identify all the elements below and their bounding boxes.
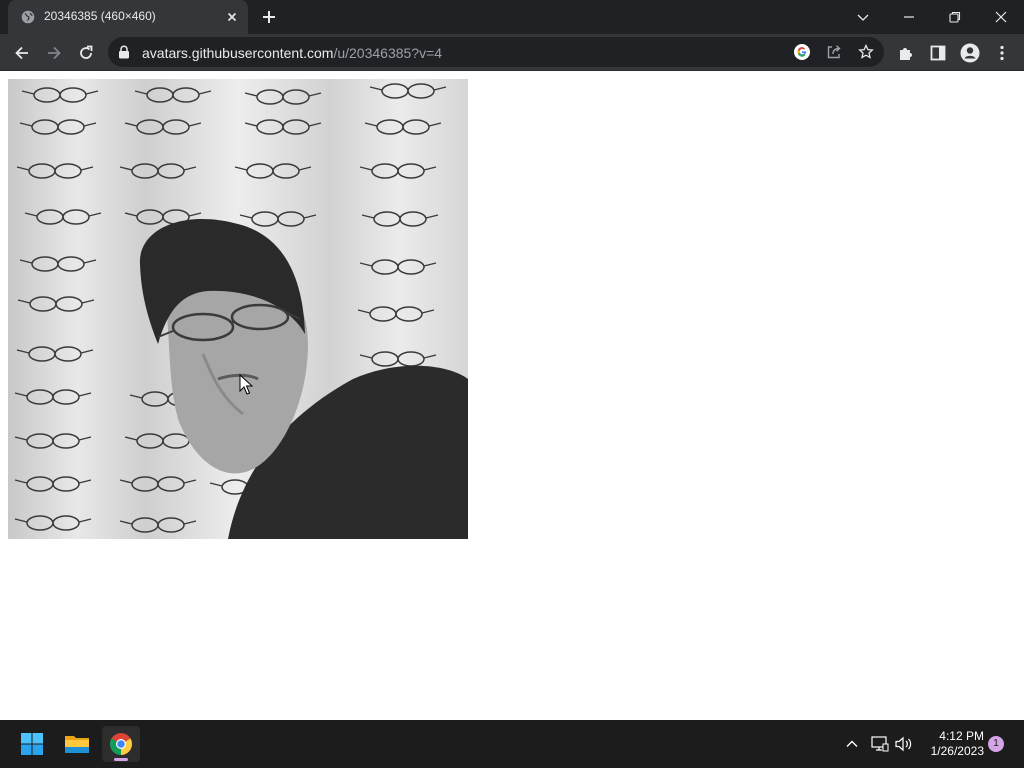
lock-icon[interactable] <box>118 45 130 59</box>
windows-taskbar: 4:12 PM 1/26/2023 <box>0 720 1024 768</box>
url-host: avatars.githubusercontent.com <box>142 45 334 61</box>
chrome-taskbar-button[interactable] <box>102 726 140 762</box>
address-bar[interactable]: avatars.githubusercontent.com/u/20346385… <box>108 37 884 67</box>
close-icon <box>995 11 1007 23</box>
chevron-down-icon <box>857 14 869 21</box>
minimize-button[interactable] <box>897 6 921 28</box>
menu-button[interactable] <box>989 40 1015 66</box>
share-button[interactable] <box>824 42 844 62</box>
chevron-up-icon <box>846 740 858 747</box>
tab-search-button[interactable] <box>851 6 875 28</box>
file-explorer-button[interactable] <box>58 726 96 762</box>
avatar-image[interactable] <box>8 79 468 539</box>
forward-icon <box>48 46 61 60</box>
show-hidden-icons-button[interactable] <box>842 734 862 754</box>
browser-toolbar: avatars.githubusercontent.com/u/20346385… <box>0 34 1024 71</box>
tab-close-icon[interactable] <box>224 9 240 25</box>
profile-icon <box>960 43 980 63</box>
reload-icon <box>80 45 93 59</box>
google-icon <box>794 44 810 60</box>
notification-badge[interactable]: 1 <box>988 736 1004 752</box>
close-window-button[interactable] <box>989 6 1013 28</box>
new-tab-icon[interactable] <box>260 8 278 26</box>
tab-title: 20346385 (460×460) <box>44 9 156 23</box>
back-icon <box>15 46 28 60</box>
url-path: /u/20346385?v=4 <box>333 45 443 61</box>
menu-icon <box>1000 45 1004 61</box>
tab-strip: 20346385 (460×460) <box>0 0 1024 34</box>
file-explorer-icon <box>65 736 89 753</box>
minimize-icon <box>904 16 914 18</box>
chrome-icon <box>110 733 132 755</box>
network-icon <box>871 736 889 752</box>
browser-tab[interactable]: 20346385 (460×460) <box>8 0 248 34</box>
system-clock[interactable]: 4:12 PM 1/26/2023 <box>920 729 984 759</box>
active-app-indicator <box>114 758 128 761</box>
volume-button[interactable] <box>894 734 914 754</box>
side-panel-icon <box>930 45 946 61</box>
url-text: avatars.githubusercontent.com/u/20346385… <box>142 45 442 61</box>
share-icon <box>827 45 841 59</box>
extensions-button[interactable] <box>893 40 919 66</box>
page-content <box>0 71 1024 720</box>
profile-button[interactable] <box>957 40 983 66</box>
google-lens-button[interactable] <box>792 42 812 62</box>
extensions-icon <box>900 48 912 60</box>
windows-start-icon <box>21 733 43 755</box>
star-icon <box>858 44 874 59</box>
reload-button[interactable] <box>73 40 99 66</box>
bookmark-button[interactable] <box>856 42 876 62</box>
clock-time: 4:12 PM <box>939 729 984 743</box>
globe-icon <box>21 10 35 24</box>
start-button[interactable] <box>13 726 51 762</box>
side-panel-button[interactable] <box>925 40 951 66</box>
forward-button[interactable] <box>41 40 67 66</box>
volume-icon <box>895 736 912 752</box>
clock-date: 1/26/2023 <box>930 744 984 758</box>
restore-icon <box>949 11 961 23</box>
restore-button[interactable] <box>943 6 967 28</box>
back-button[interactable] <box>9 40 35 66</box>
network-button[interactable] <box>870 734 890 754</box>
mouse-cursor-icon <box>239 374 253 395</box>
